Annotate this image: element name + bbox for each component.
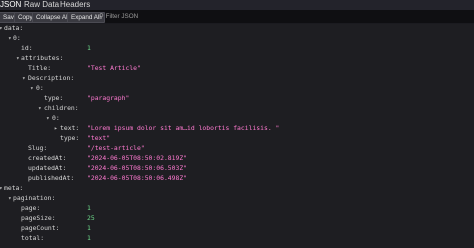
triangle-down-icon[interactable]: ▾: [16, 54, 20, 63]
tree-key-description: Description:: [28, 74, 75, 82]
tree-value-slug: "/test-article": [87, 144, 145, 152]
tree-key-published-at: publishedAt:: [28, 174, 75, 182]
tree-key-text: text:: [60, 124, 80, 132]
tab-raw-data[interactable]: Raw Data: [24, 0, 59, 10]
tab-json[interactable]: JSON: [0, 0, 22, 11]
tree-key-index: 0:: [36, 84, 44, 92]
triangle-down-icon[interactable]: ▾: [0, 184, 3, 193]
tree-key-slug: Slug:: [28, 144, 48, 152]
triangle-right-icon[interactable]: ▸: [54, 124, 58, 133]
tree-value-updated-at: "2024-06-05T08:50:06.503Z": [87, 164, 188, 172]
filter-icon: ⚲: [99, 13, 104, 20]
tree-key-updated-at: updatedAt:: [28, 164, 67, 172]
filter-json-input[interactable]: ⚲ Filter JSON: [99, 13, 138, 21]
tree-value-page: 1: [87, 204, 91, 212]
tab-bar: JSON Raw Data Headers: [0, 0, 474, 11]
tab-headers[interactable]: Headers: [60, 0, 90, 10]
json-toolbar: Save Copy Collapse All Expand All ⚲ Filte…: [0, 10, 474, 24]
tree-key-type: type:: [60, 134, 80, 142]
tree-key-children: children:: [44, 104, 79, 112]
tree-key-meta: meta:: [4, 184, 24, 192]
triangle-down-icon[interactable]: ▾: [30, 84, 34, 93]
triangle-down-icon[interactable]: ▾: [38, 104, 42, 113]
triangle-down-icon[interactable]: ▾: [8, 34, 12, 43]
tree-key-type: type:: [44, 94, 64, 102]
tree-value-id: 1: [87, 44, 91, 52]
tree-key-data: data:: [4, 24, 24, 32]
json-tree: ▾ data: ▾ 0: id: 1 ▾ attributes: Title: …: [0, 24, 474, 248]
tree-key-page-size: pageSize:: [21, 214, 56, 222]
tree-value-type: "text": [87, 134, 111, 142]
triangle-down-icon[interactable]: ▾: [8, 194, 12, 203]
tree-value-page-count: 1: [87, 224, 91, 232]
triangle-down-icon[interactable]: ▾: [46, 114, 50, 123]
triangle-down-icon[interactable]: ▾: [22, 74, 26, 83]
tree-value-text: "Lorem ipsum dolor sit am…id lobortis fa…: [87, 124, 280, 132]
tree-key-page-count: pageCount:: [21, 224, 60, 232]
tree-value-published-at: "2024-06-05T08:50:06.498Z": [87, 174, 188, 182]
tree-key-total: total:: [21, 234, 45, 242]
tree-key-id: id:: [21, 44, 33, 52]
tree-key-attributes: attributes:: [21, 54, 64, 62]
tree-value-page-size: 25: [87, 214, 95, 222]
triangle-down-icon[interactable]: ▾: [0, 24, 3, 33]
tree-key-page: page:: [21, 204, 41, 212]
tree-key-created-at: createdAt:: [28, 154, 67, 162]
filter-placeholder: Filter JSON: [105, 13, 139, 20]
tree-key-index: 0:: [13, 34, 21, 42]
tree-key-title: Title:: [28, 64, 52, 72]
tree-value-title: "Test Article": [87, 64, 141, 72]
tree-value-created-at: "2024-06-05T08:50:02.819Z": [87, 154, 188, 162]
tree-key-pagination: pagination:: [13, 194, 56, 202]
tree-value-type: "paragraph": [87, 94, 130, 102]
tree-key-index: 0:: [52, 114, 60, 122]
tree-value-total: 1: [87, 234, 91, 242]
